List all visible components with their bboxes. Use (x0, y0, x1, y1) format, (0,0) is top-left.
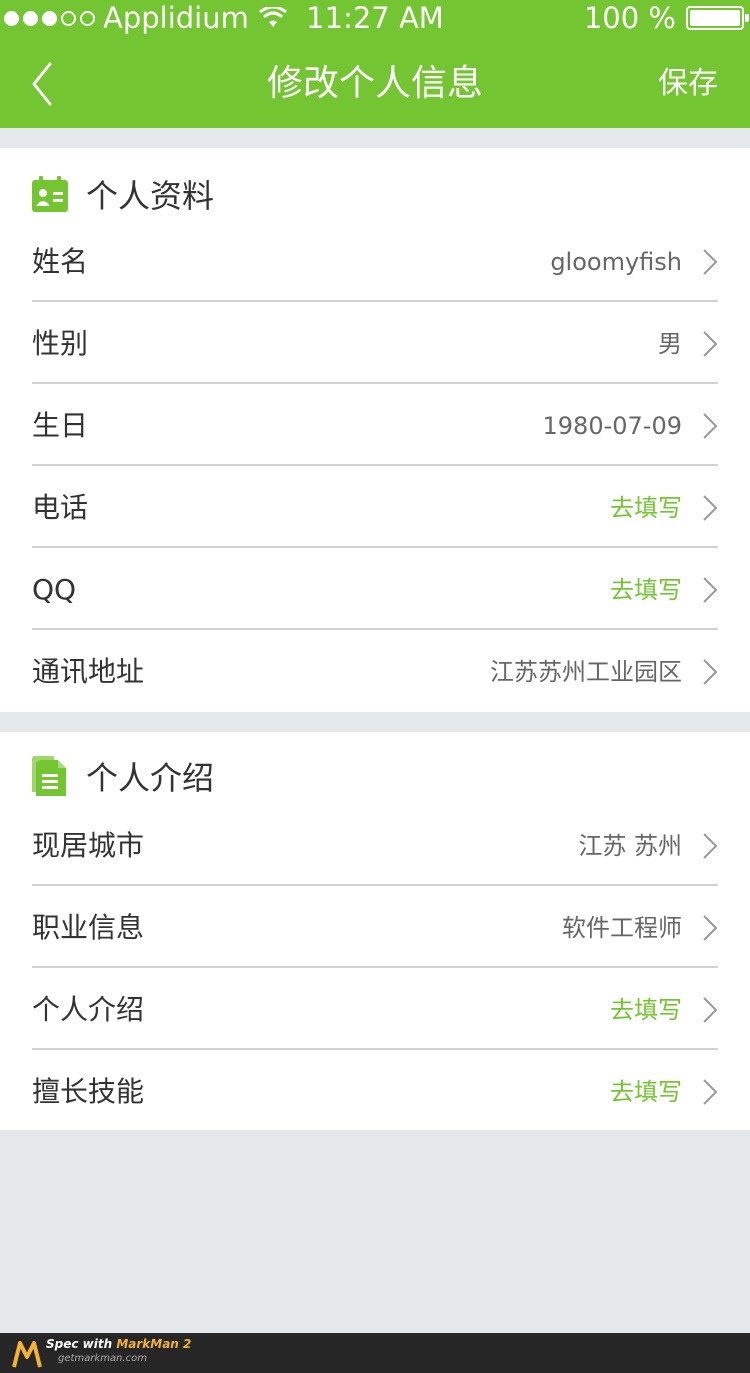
row-label: 现居城市 (32, 829, 145, 862)
nav-bar: 修改个人信息 保存 (0, 40, 750, 128)
row-label: 通讯地址 (32, 655, 145, 688)
row-gender[interactable]: 性别 男 (32, 304, 718, 384)
section-title: 个人资料 (86, 177, 215, 215)
row-value: 江苏 苏州 (578, 832, 682, 860)
chevron-right-icon (703, 1079, 718, 1105)
section-title: 个人介绍 (86, 759, 215, 797)
contact-card-icon (32, 176, 68, 212)
intro-card: 个人介绍 现居城市 江苏 苏州 职业信息 软件工程师 个人介绍 去填写 擅长技能… (0, 732, 750, 1130)
profile-card: 个人资料 姓名 gloomyfish 性别 男 生日 1980-07-09 电话… (0, 148, 750, 712)
chevron-right-icon (703, 413, 718, 439)
markman-logo-icon (12, 1341, 42, 1368)
row-occupation[interactable]: 职业信息 软件工程师 (32, 888, 718, 968)
header: Applidium 11:27 AM 100 % 修改个人信息 保存 (0, 0, 750, 128)
watermark-prefix: Spec with (46, 1337, 117, 1351)
row-value: 去填写 (610, 1078, 682, 1106)
chevron-right-icon (703, 249, 718, 275)
section-header-profile: 个人资料 (32, 174, 215, 215)
chevron-right-icon (703, 915, 718, 941)
row-label: 性别 (32, 327, 89, 360)
status-right: 100 % (583, 0, 749, 36)
status-bar: Applidium 11:27 AM 100 % (0, 0, 750, 40)
save-button[interactable]: 保存 (658, 40, 718, 128)
row-label: QQ (32, 573, 77, 606)
chevron-right-icon (703, 495, 718, 521)
row-value: gloomyfish (550, 248, 682, 276)
chevron-right-icon (703, 659, 718, 685)
watermark-brand: MarkMan 2 (116, 1337, 192, 1351)
row-value: 男 (658, 330, 682, 358)
section-header-intro: 个人介绍 (32, 756, 215, 797)
row-value: 去填写 (610, 996, 682, 1024)
row-label: 个人介绍 (32, 993, 145, 1026)
watermark-line1: Spec with MarkMan 2 (46, 1337, 191, 1351)
markman-watermark-bar: Spec with MarkMan 2 getmarkman.com (0, 1333, 750, 1373)
battery-icon (686, 6, 749, 30)
row-qq[interactable]: QQ 去填写 (32, 550, 718, 630)
row-label: 职业信息 (32, 911, 145, 944)
row-self-intro[interactable]: 个人介绍 去填写 (32, 970, 718, 1050)
chevron-right-icon (703, 577, 718, 603)
row-value: 去填写 (610, 576, 682, 604)
row-name[interactable]: 姓名 gloomyfish (32, 222, 718, 302)
row-value: 江苏苏州工业园区 (490, 658, 682, 686)
row-current-city[interactable]: 现居城市 江苏 苏州 (32, 806, 718, 886)
row-phone[interactable]: 电话 去填写 (32, 468, 718, 548)
chevron-right-icon (703, 833, 718, 859)
row-value: 软件工程师 (562, 914, 682, 942)
battery-percent: 100 % (583, 1, 676, 35)
row-label: 姓名 (32, 245, 89, 278)
row-skills[interactable]: 擅长技能 去填写 (32, 1052, 718, 1132)
row-label: 电话 (32, 491, 89, 524)
page-title: 修改个人信息 (266, 63, 483, 104)
chevron-right-icon (703, 997, 718, 1023)
row-value: 1980-07-09 (542, 412, 682, 440)
row-value: 去填写 (610, 494, 682, 522)
row-birthday[interactable]: 生日 1980-07-09 (32, 386, 718, 466)
row-label: 擅长技能 (32, 1075, 145, 1108)
watermark-line2: getmarkman.com (58, 1353, 147, 1364)
row-label: 生日 (32, 409, 89, 442)
chevron-right-icon (703, 331, 718, 357)
document-icon (32, 756, 66, 796)
row-address[interactable]: 通讯地址 江苏苏州工业园区 (32, 632, 718, 712)
